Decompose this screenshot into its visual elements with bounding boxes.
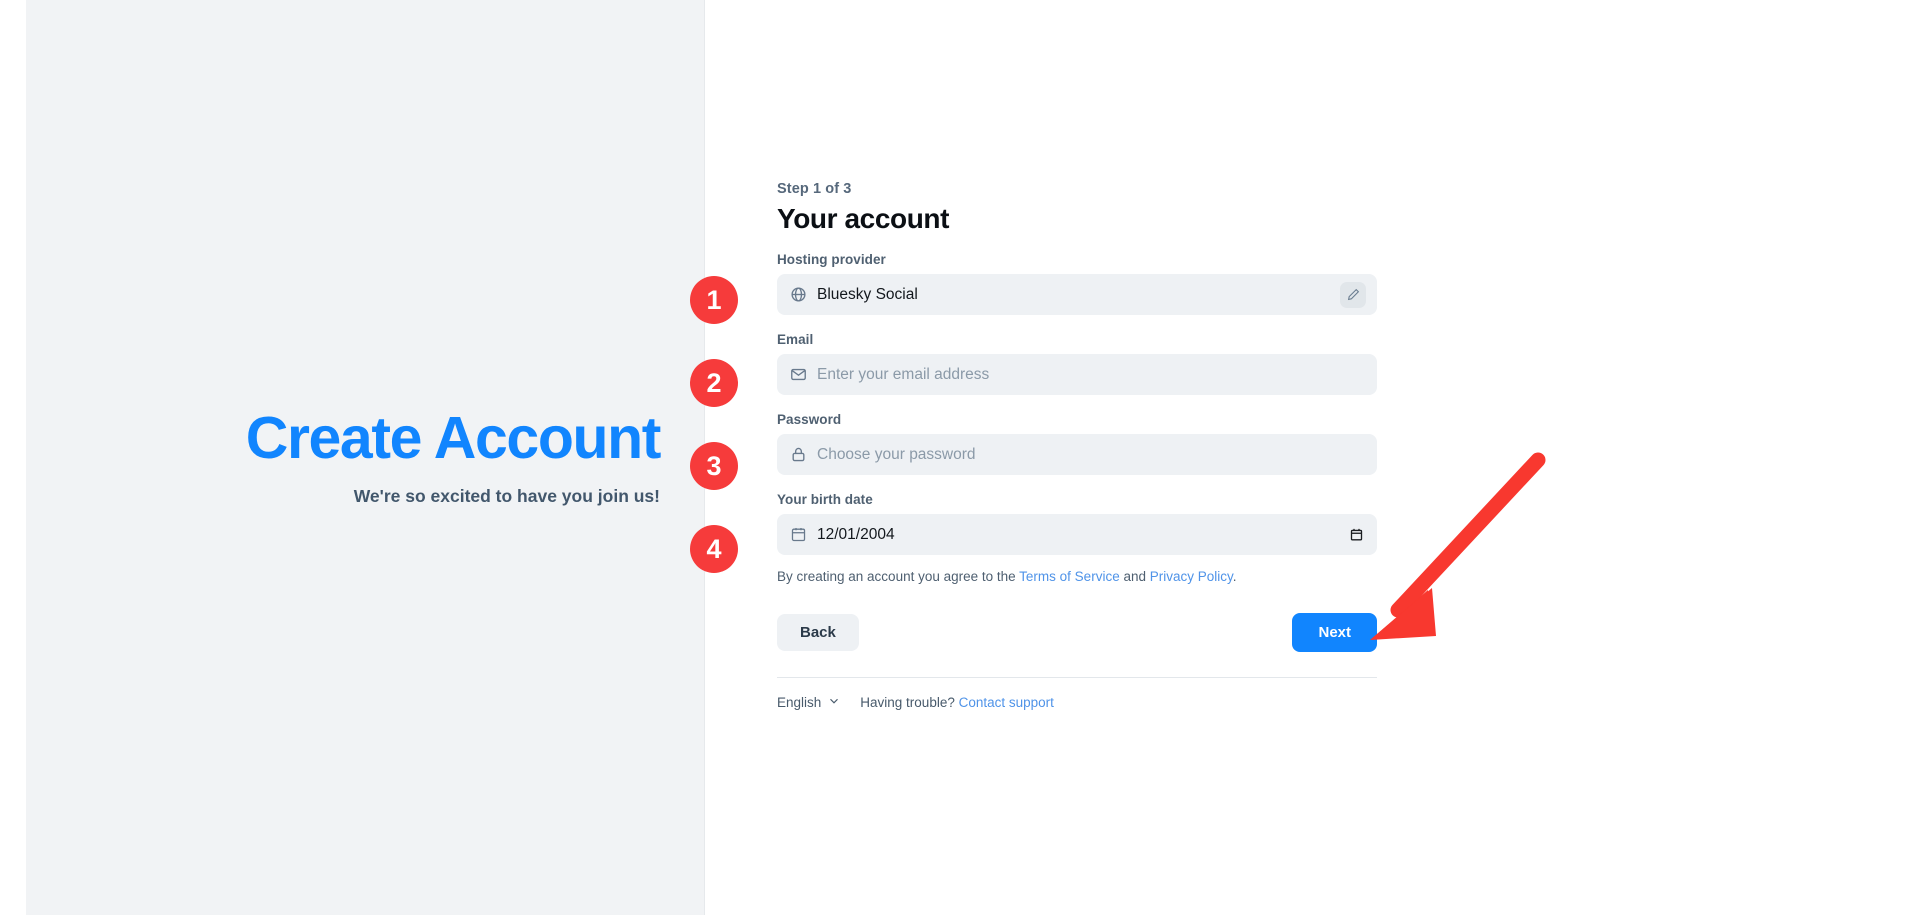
next-button[interactable]: Next [1292,612,1377,652]
globe-icon [790,286,807,303]
password-label: Password [777,412,842,427]
pencil-edit-icon[interactable] [1340,281,1366,308]
hosting-provider-label: Hosting provider [777,252,886,267]
chevron-down-icon [828,695,840,710]
form-actions: Back Next [777,612,1377,652]
password-placeholder: Choose your password [817,445,976,463]
help-row: Having trouble? Contact support [860,695,1054,710]
legal-suffix: . [1232,569,1237,584]
birth-date-field[interactable]: 12/01/2004 [777,514,1377,555]
field-birth-date: Your birth date 12/01/2004 [777,492,1377,555]
step-indicator: Step 1 of 3 [777,181,852,197]
annotation-badge-4: 4 [690,525,738,573]
annotation-badge-1: 1 [690,276,738,324]
page-subtitle: We're so excited to have you join us! [353,486,660,507]
field-hosting-provider: Hosting provider Bluesky Social [777,252,1377,315]
page-title: Create Account [245,404,662,471]
form-footer: English Having trouble? Contact support [777,676,1377,710]
page-left-gutter [0,0,26,915]
help-label: Having trouble? [860,694,955,710]
legal-middle: and [1119,569,1150,584]
language-selector-label: English [777,694,822,710]
annotation-badge-3: 3 [690,442,738,490]
hosting-provider-input[interactable]: Bluesky Social [777,274,1377,315]
email-field[interactable]: Enter your email address [777,354,1377,395]
calendar-icon [790,526,807,543]
hero-panel: Create Account We're so excited to have … [26,0,705,915]
signup-page: Create Account We're so excited to have … [0,0,1920,915]
legal-prefix: By creating an account you agree to the [777,569,1020,584]
password-field[interactable]: Choose your password [777,434,1377,475]
form-panel: Step 1 of 3 Your account Hosting provide… [705,0,1920,915]
terms-of-service-link[interactable]: Terms of Service [1019,569,1120,584]
date-picker-icon[interactable] [1346,525,1366,545]
back-button[interactable]: Back [777,613,859,651]
envelope-icon [790,366,807,383]
hosting-provider-value: Bluesky Social [817,285,918,303]
field-password: Password Choose your password [777,412,1377,475]
annotation-badge-2: 2 [690,359,738,407]
email-placeholder: Enter your email address [817,365,990,383]
lock-icon [790,446,807,463]
privacy-policy-link[interactable]: Privacy Policy [1150,569,1233,584]
email-label: Email [777,332,814,347]
birth-date-label: Your birth date [777,492,873,507]
form-heading: Your account [777,203,950,234]
signup-form: Step 1 of 3 Your account Hosting provide… [777,181,1377,710]
field-email: Email Enter your email address [777,332,1377,395]
contact-support-link[interactable]: Contact support [959,695,1054,710]
language-selector[interactable]: English [777,695,840,710]
legal-agreement-text: By creating an account you agree to the … [777,568,1377,587]
birth-date-value: 12/01/2004 [817,525,895,543]
